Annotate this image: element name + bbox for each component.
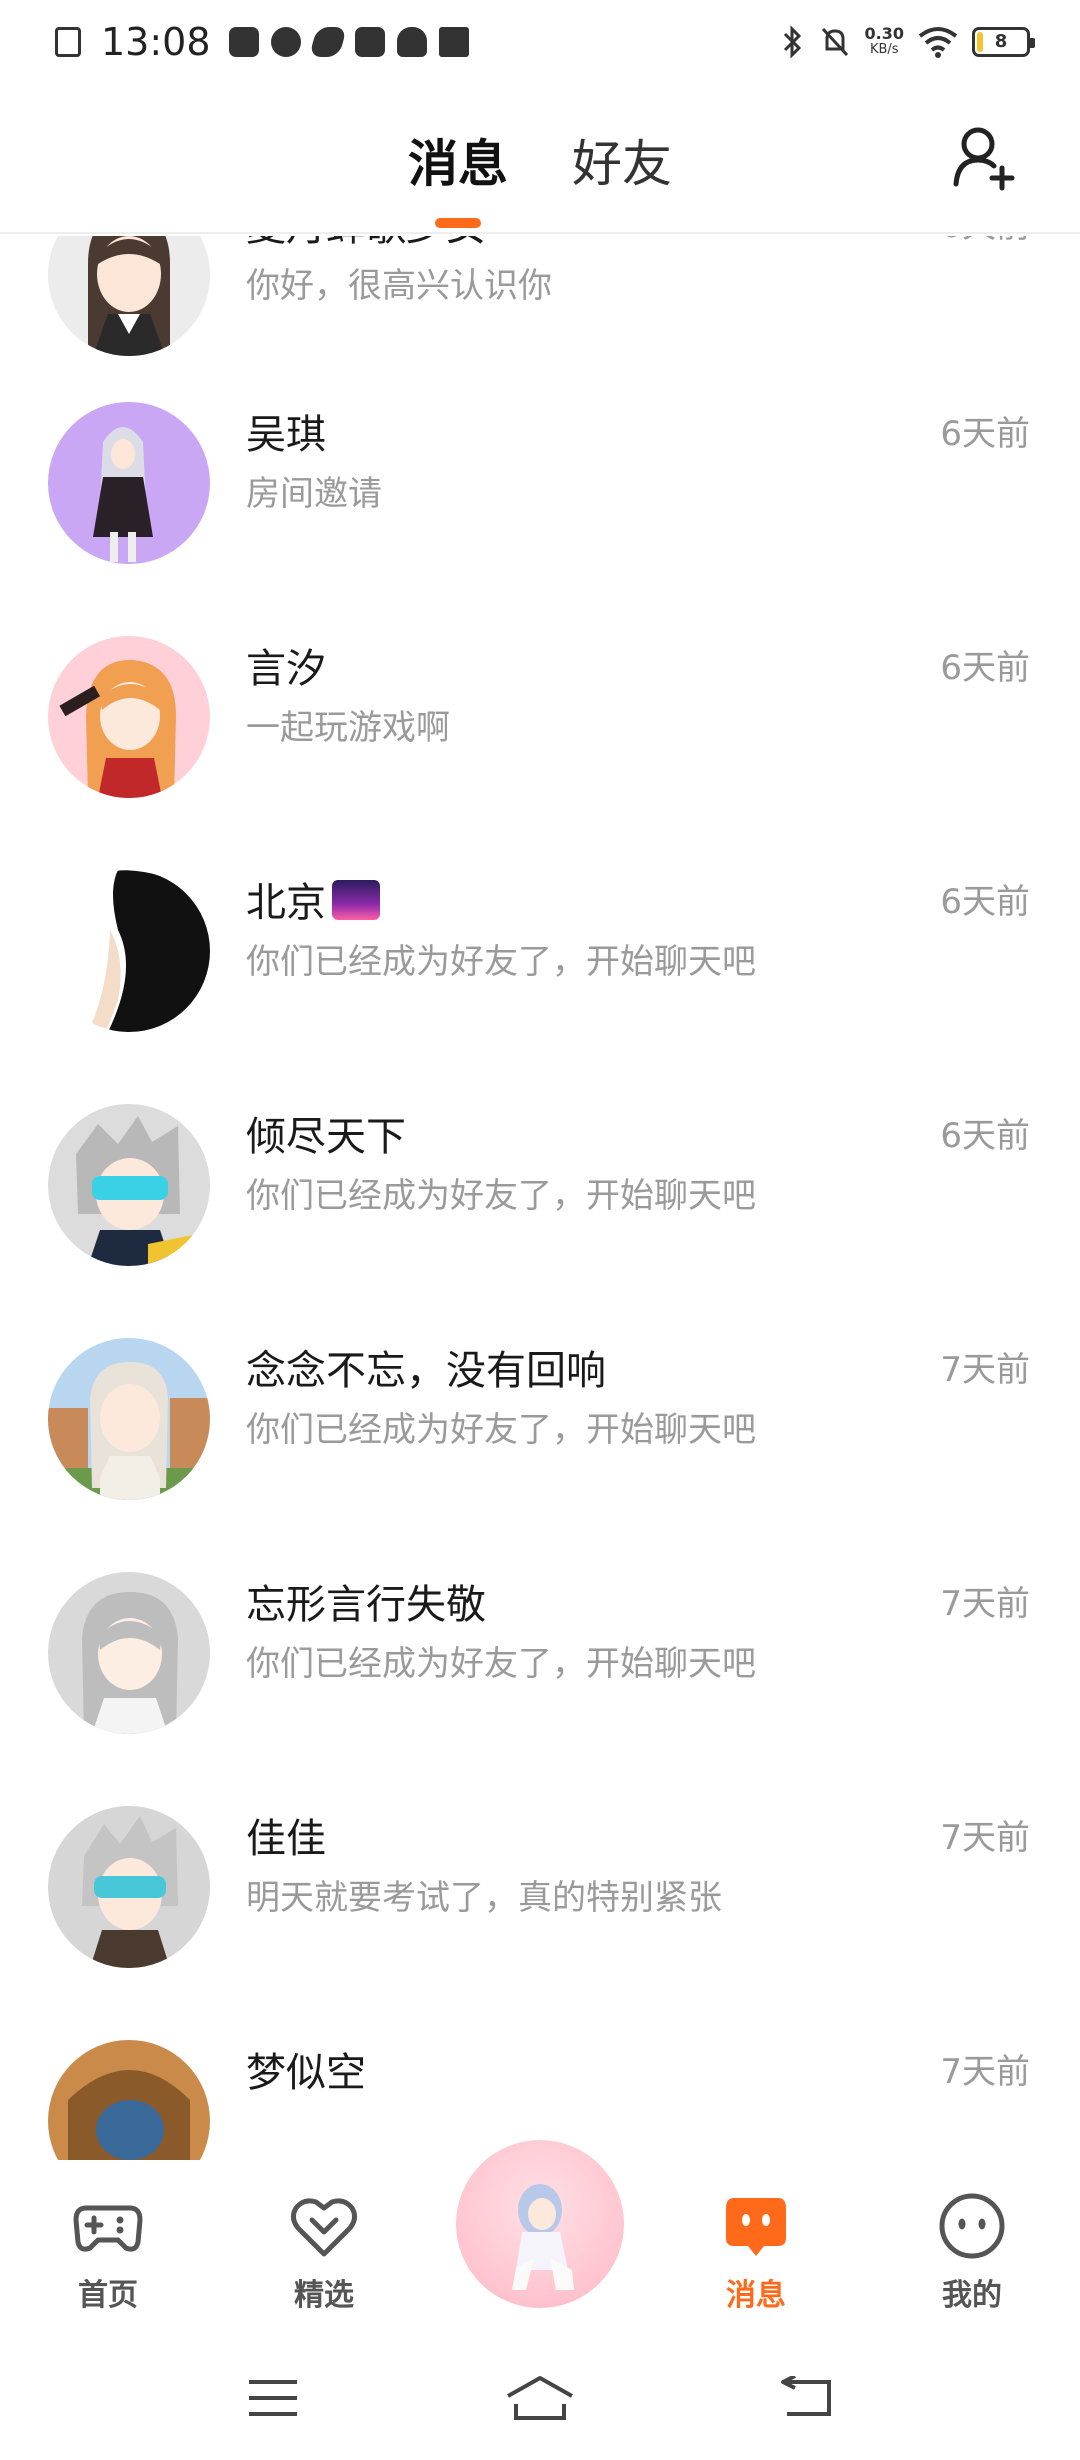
message-time: 6天前 [940, 648, 1030, 688]
header: 消息 好友 [0, 84, 1080, 234]
conversation-item[interactable]: 倾尽天下 你们已经成为好友了，开始聊天吧 6天前 [0, 1064, 1080, 1298]
nav-label-home: 首页 [78, 2278, 138, 2313]
last-message: 你好，很高兴认识你 [246, 266, 552, 306]
profile-face-icon [939, 2193, 1005, 2259]
net-speed: 0.30 KB/s [865, 26, 904, 58]
message-time: 6天前 [940, 1116, 1030, 1156]
character-avatar[interactable] [456, 2140, 624, 2308]
message-time: 6天前 [940, 236, 1030, 247]
contact-name: 倾尽天下 [246, 1114, 406, 1160]
last-message: 明天就要考试了，真的特别紧张 [246, 1878, 722, 1918]
nav-label-messages: 消息 [726, 2278, 786, 2313]
message-time: 6天前 [940, 414, 1030, 454]
city-night-emoji [332, 880, 380, 920]
system-nav [0, 2335, 1080, 2460]
avatar [48, 1572, 210, 1734]
avatar [48, 1338, 210, 1500]
last-message: 你们已经成为好友了，开始聊天吧 [246, 1176, 756, 1216]
battery-icon: 8 [972, 27, 1035, 57]
contact-name: 梦似空 [246, 2050, 366, 2096]
tab-friends-label: 好友 [572, 135, 672, 193]
net-speed-value: 0.30 [864, 24, 904, 43]
at-app-icon [354, 27, 385, 57]
avatar [48, 2040, 210, 2160]
app-icon [308, 27, 347, 57]
status-left: 13:08 [55, 20, 469, 64]
tab-messages-label: 消息 [408, 135, 508, 193]
sim-icon [55, 27, 81, 57]
cloud-icon [396, 27, 427, 57]
avatar [48, 236, 210, 356]
avatar [48, 636, 210, 798]
bottom-nav: 首页 精选 消息 我的 [0, 2114, 1080, 2335]
message-time: 7天前 [940, 2052, 1030, 2092]
last-message: 一起玩游戏啊 [246, 708, 450, 748]
avatar [48, 1104, 210, 1266]
contact-name: 念念不忘，没有回响 [246, 1348, 606, 1394]
tab-friends[interactable]: 好友 [568, 124, 676, 196]
message-time: 7天前 [940, 1818, 1030, 1858]
avatar [48, 402, 210, 564]
book-icon [438, 27, 469, 57]
conversation-item[interactable]: 夏月蝉歌少女 你好，很高兴认识你 6天前 [0, 236, 1080, 362]
conversation-item[interactable]: 北京 你们已经成为好友了，开始聊天吧 6天前 [0, 830, 1080, 1064]
battery-level: 8 [994, 31, 1008, 52]
wifi-icon [918, 27, 958, 58]
add-friend-icon[interactable] [950, 122, 1020, 192]
bluetooth-icon [783, 25, 801, 59]
last-message: 房间邀请 [246, 474, 382, 514]
message-icon [726, 2198, 786, 2256]
nav-label-featured: 精选 [294, 2278, 354, 2313]
nav-item-home[interactable]: 首页 [28, 2190, 188, 2314]
nav-item-profile[interactable]: 我的 [892, 2190, 1052, 2314]
heart-chat-icon [290, 2198, 358, 2257]
notification-icon [228, 27, 259, 57]
conversation-item[interactable]: 忘形言行失敬 你们已经成为好友了，开始聊天吧 7天前 [0, 1532, 1080, 1766]
gamepad-icon [73, 2205, 143, 2252]
message-time: 6天前 [940, 882, 1030, 922]
message-time: 7天前 [940, 1584, 1030, 1624]
avatar [48, 870, 210, 1032]
net-speed-unit: KB/s [869, 42, 899, 57]
status-right: 0.30 KB/s 8 [781, 25, 1035, 59]
home-icon[interactable] [500, 2368, 580, 2428]
tab-active-indicator [435, 218, 481, 228]
conversation-item[interactable]: 佳佳 明天就要考试了，真的特别紧张 7天前 [0, 1766, 1080, 2000]
header-tabs: 消息 好友 [0, 124, 1080, 228]
contact-name: 吴琪 [246, 412, 326, 458]
contact-name: 夏月蝉歌少女 [246, 236, 486, 252]
last-message: 你们已经成为好友了，开始聊天吧 [246, 1644, 756, 1684]
status-bar: 13:08 0.30 KB/s 8 [0, 0, 1080, 84]
last-message: 你们已经成为好友了，开始聊天吧 [246, 1410, 756, 1450]
conversation-item[interactable]: 吴琪 房间邀请 6天前 [0, 362, 1080, 596]
contact-name: 忘形言行失敬 [246, 1582, 486, 1628]
nav-item-featured[interactable]: 精选 [244, 2190, 404, 2314]
conversation-item[interactable]: 言汐 一起玩游戏啊 6天前 [0, 596, 1080, 830]
last-message: 你们已经成为好友了，开始聊天吧 [246, 942, 756, 982]
contact-name-text: 北京 [246, 880, 326, 926]
back-icon[interactable] [767, 2368, 847, 2428]
avatar [48, 1806, 210, 1968]
video-app-icon [270, 27, 301, 57]
status-time: 13:08 [101, 20, 211, 64]
nav-item-messages[interactable]: 消息 [676, 2190, 836, 2314]
menu-icon[interactable] [233, 2368, 313, 2428]
contact-name: 佳佳 [246, 1816, 326, 1862]
message-time: 7天前 [940, 1350, 1030, 1390]
contact-name: 北京 [246, 870, 380, 928]
tab-messages[interactable]: 消息 [404, 124, 512, 228]
nav-label-profile: 我的 [942, 2278, 1002, 2313]
contact-name: 言汐 [246, 646, 326, 692]
mute-icon [821, 27, 848, 57]
conversation-list[interactable]: 夏月蝉歌少女 你好，很高兴认识你 6天前 吴琪 房间邀请 6天前 言汐 一起玩游… [0, 236, 1080, 2160]
conversation-item[interactable]: 念念不忘，没有回响 你们已经成为好友了，开始聊天吧 7天前 [0, 1298, 1080, 1532]
